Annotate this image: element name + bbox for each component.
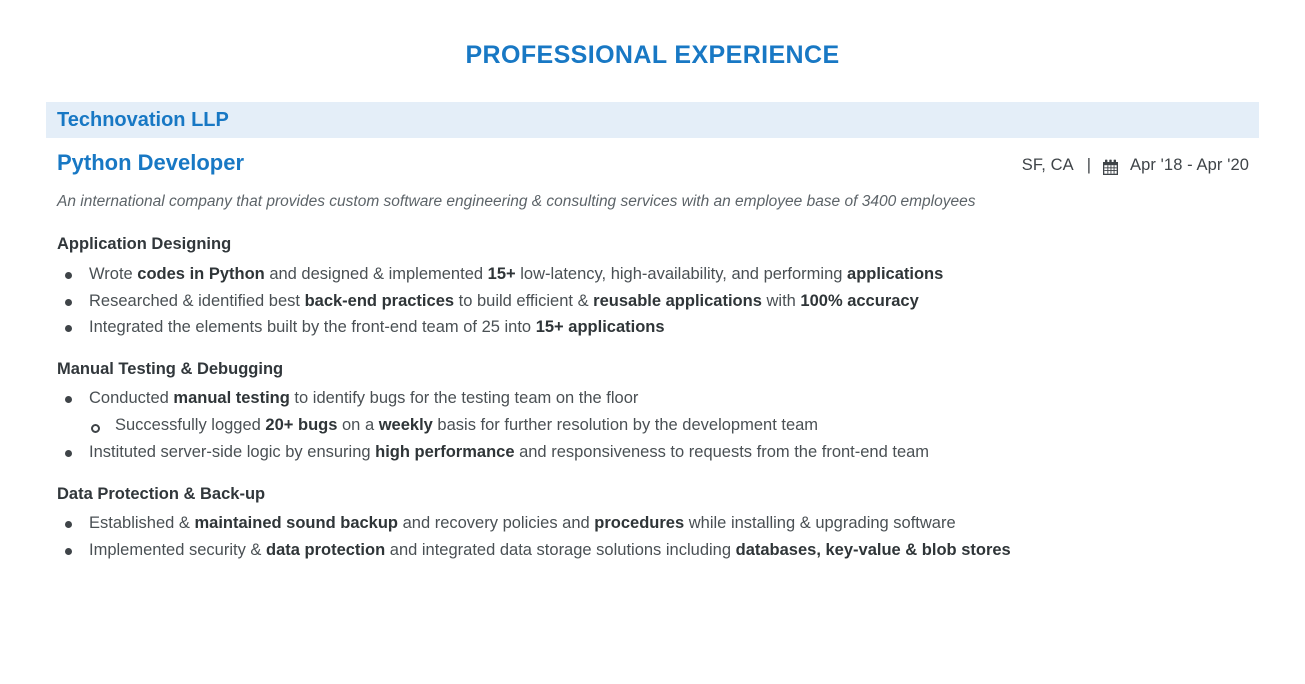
bullet-text: and integrated data storage solutions in… (385, 540, 736, 559)
bullet-text-emphasis: 15+ applications (535, 318, 665, 337)
section-heading: Manual Testing & Debugging (57, 360, 284, 379)
role-title: Python Developer (57, 150, 245, 175)
bullet-text: and designed & implemented (264, 264, 488, 283)
bullet-text-emphasis: 15+ (487, 264, 516, 283)
bullet-text: on a (337, 416, 379, 435)
experience-section: Application Designing Wrote codes in Pyth… (57, 234, 1248, 341)
bullet-text: Integrated the elements built by the fro… (89, 318, 536, 337)
role-meta: SF, CA | Apr '18 - Apr '20 (1022, 156, 1249, 175)
meta-separator: | (1086, 156, 1092, 174)
bullet-text-emphasis: high performance (375, 442, 515, 461)
bullet-item: Implemented security & data protection a… (57, 537, 1248, 564)
location-text: SF, CA (1021, 156, 1074, 174)
bullet-item: Wrote codes in Python and designed & imp… (57, 261, 1248, 288)
date-range: Apr '18 - Apr '20 (1130, 156, 1249, 174)
bullet-text: low-latency, high-availability, and perf… (515, 264, 848, 283)
bullet-text-emphasis: codes in Python (137, 264, 265, 283)
bullet-text: while installing & upgrading software (684, 514, 956, 533)
bullet-item: Researched & identified best back-end pr… (57, 288, 1248, 315)
bullet-item: Instituted server-side logic by ensuring… (57, 439, 1248, 466)
bullet-text: basis for further resolution by the deve… (432, 416, 819, 435)
company-description: An international company that provides c… (57, 193, 976, 211)
bullet-item: Conducted manual testing to identify bug… (57, 385, 1248, 412)
company-band: Technovation LLP (46, 102, 1259, 138)
section-heading: Application Designing (57, 235, 232, 254)
bullet-text: with (761, 291, 801, 310)
bullet-text-emphasis: manual testing (173, 389, 290, 408)
bullet-text: and recovery policies and (398, 514, 595, 533)
bullet-text-emphasis: reusable applications (593, 291, 762, 310)
bullet-list: Established & maintained sound backup an… (57, 510, 1248, 563)
experience-section: Manual Testing & Debugging Conducted manu… (57, 359, 1248, 466)
bullet-item: Established & maintained sound backup an… (57, 510, 1248, 537)
bullet-text-emphasis: databases, key-value & blob stores (735, 540, 1011, 559)
role-row: Python Developer SF, CA | Apr '18 - Apr … (46, 150, 1259, 175)
bullet-text-emphasis: maintained sound backup (194, 514, 399, 533)
bullet-text: Established & (89, 514, 195, 533)
bullet-list: Conducted manual testing to identify bug… (57, 385, 1248, 465)
bullet-text-emphasis: back-end practices (304, 291, 455, 310)
bullet-text: and responsiveness to requests from the … (514, 442, 930, 461)
section-heading: Data Protection & Back-up (57, 484, 266, 503)
bullet-text-emphasis: procedures (594, 514, 685, 533)
bullet-item: Integrated the elements built by the fro… (57, 314, 1248, 341)
bullet-list: Wrote codes in Python and designed & imp… (57, 261, 1248, 341)
bullet-text: Conducted (89, 389, 174, 408)
bullet-text-emphasis: applications (847, 264, 944, 283)
bullet-text-emphasis: 20+ bugs (265, 416, 338, 435)
calendar-icon (1102, 159, 1119, 176)
company-name: Technovation LLP (57, 109, 229, 131)
experience-section: Data Protection & Back-up Established & m… (57, 484, 1248, 564)
bullet-text: to build efficient & (454, 291, 594, 310)
bullet-text: Researched & identified best (89, 291, 305, 310)
bullet-text: Wrote (89, 264, 138, 283)
bullet-text: Instituted server-side logic by ensuring (89, 442, 376, 461)
bullet-text: Successfully logged (115, 416, 266, 435)
bullet-text: to identify bugs for the testing team on… (289, 389, 639, 408)
experience-sections: Application Designing Wrote codes in Pyth… (46, 234, 1259, 563)
bullet-text-emphasis: 100% accuracy (800, 291, 919, 310)
bullet-text: Implemented security & (89, 540, 266, 559)
bullet-text-emphasis: weekly (378, 416, 433, 435)
page-title: PROFESSIONAL EXPERIENCE (465, 41, 840, 69)
resume-experience-page: PROFESSIONAL EXPERIENCE Technovation LLP… (0, 0, 1305, 684)
sub-bullet-item: Successfully logged 20+ bugs on a weekly… (57, 412, 1248, 439)
bullet-text-emphasis: data protection (266, 540, 386, 559)
